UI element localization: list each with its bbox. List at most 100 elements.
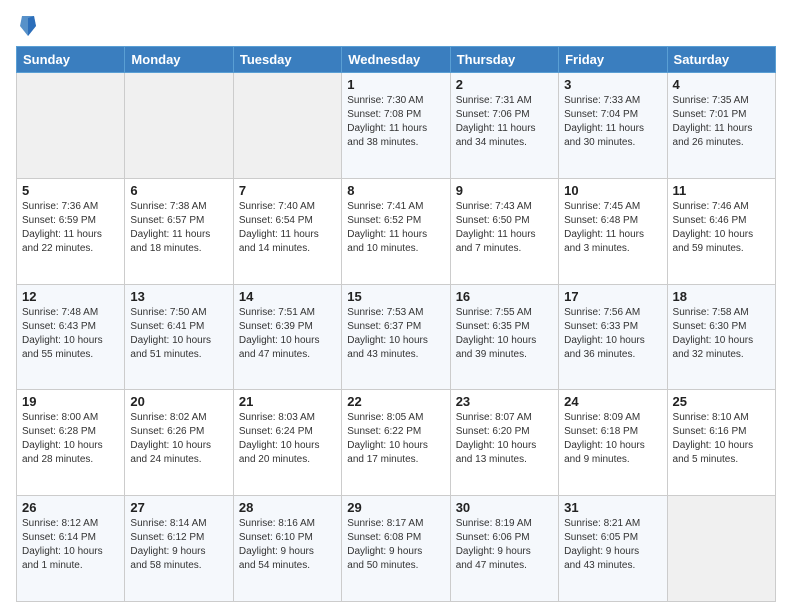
calendar-cell: 6 Sunrise: 7:38 AM Sunset: 6:57 PM Daylig…	[125, 178, 233, 284]
day-number: 13	[130, 289, 227, 304]
day-number: 9	[456, 183, 553, 198]
logo	[16, 16, 38, 36]
calendar-cell: 2 Sunrise: 7:31 AM Sunset: 7:06 PM Daylig…	[450, 73, 558, 179]
day-info: Sunrise: 7:46 AM Sunset: 6:46 PM Dayligh…	[673, 200, 770, 256]
calendar-cell: 14 Sunrise: 7:51 AM Sunset: 6:39 PM Dayli…	[233, 284, 341, 390]
calendar-header-monday: Monday	[125, 47, 233, 73]
day-info: Sunrise: 7:50 AM Sunset: 6:41 PM Dayligh…	[130, 306, 227, 362]
day-number: 12	[22, 289, 119, 304]
calendar-cell: 11Sunrise: 7:46 AM Sunset: 6:46 PM Dayli…	[667, 178, 775, 284]
calendar-header-saturday: Saturday	[667, 47, 775, 73]
calendar-week-row: 19 Sunrise: 8:00 AM Sunset: 6:28 PM Dayli…	[17, 390, 776, 496]
calendar-header-sunday: Sunday	[17, 47, 125, 73]
day-info: Sunrise: 7:35 AM Sunset: 7:01 PM Dayligh…	[673, 94, 770, 150]
day-number: 7	[239, 183, 336, 198]
calendar-cell: 19 Sunrise: 8:00 AM Sunset: 6:28 PM Dayli…	[17, 390, 125, 496]
calendar-cell: 25 Sunrise: 8:10 AM Sunset: 6:16 PM Dayli…	[667, 390, 775, 496]
day-info: Sunrise: 7:43 AM Sunset: 6:50 PM Dayligh…	[456, 200, 553, 256]
day-info: Sunrise: 8:21 AM Sunset: 6:05 PM Dayligh…	[564, 517, 661, 573]
day-info: Sunrise: 7:53 AM Sunset: 6:37 PM Dayligh…	[347, 306, 444, 362]
calendar-cell: 28 Sunrise: 8:16 AM Sunset: 6:10 PM Dayli…	[233, 496, 341, 602]
day-number: 24	[564, 394, 661, 409]
calendar-cell: 7 Sunrise: 7:40 AM Sunset: 6:54 PM Daylig…	[233, 178, 341, 284]
day-number: 2	[456, 77, 553, 92]
calendar-cell: 30 Sunrise: 8:19 AM Sunset: 6:06 PM Dayli…	[450, 496, 558, 602]
day-number: 4	[673, 77, 770, 92]
day-number: 15	[347, 289, 444, 304]
day-number: 22	[347, 394, 444, 409]
day-info: Sunrise: 8:00 AM Sunset: 6:28 PM Dayligh…	[22, 411, 119, 467]
day-number: 14	[239, 289, 336, 304]
calendar-cell: 24 Sunrise: 8:09 AM Sunset: 6:18 PM Dayli…	[559, 390, 667, 496]
calendar-week-row: 1 Sunrise: 7:30 AM Sunset: 7:08 PM Daylig…	[17, 73, 776, 179]
calendar-header-wednesday: Wednesday	[342, 47, 450, 73]
day-number: 23	[456, 394, 553, 409]
day-info: Sunrise: 8:16 AM Sunset: 6:10 PM Dayligh…	[239, 517, 336, 573]
day-number: 19	[22, 394, 119, 409]
calendar-cell: 15 Sunrise: 7:53 AM Sunset: 6:37 PM Dayli…	[342, 284, 450, 390]
calendar: SundayMondayTuesdayWednesdayThursdayFrid…	[16, 46, 776, 602]
calendar-cell: 17Sunrise: 7:56 AM Sunset: 6:33 PM Dayli…	[559, 284, 667, 390]
day-number: 5	[22, 183, 119, 198]
calendar-cell: 23 Sunrise: 8:07 AM Sunset: 6:20 PM Dayli…	[450, 390, 558, 496]
calendar-cell: 1 Sunrise: 7:30 AM Sunset: 7:08 PM Daylig…	[342, 73, 450, 179]
day-info: Sunrise: 8:10 AM Sunset: 6:16 PM Dayligh…	[673, 411, 770, 467]
day-info: Sunrise: 8:12 AM Sunset: 6:14 PM Dayligh…	[22, 517, 119, 573]
calendar-week-row: 12 Sunrise: 7:48 AM Sunset: 6:43 PM Dayli…	[17, 284, 776, 390]
day-number: 20	[130, 394, 227, 409]
calendar-cell: 21Sunrise: 8:03 AM Sunset: 6:24 PM Dayli…	[233, 390, 341, 496]
day-info: Sunrise: 7:36 AM Sunset: 6:59 PM Dayligh…	[22, 200, 119, 256]
calendar-cell: 8 Sunrise: 7:41 AM Sunset: 6:52 PM Daylig…	[342, 178, 450, 284]
calendar-cell: 20 Sunrise: 8:02 AM Sunset: 6:26 PM Dayli…	[125, 390, 233, 496]
calendar-cell: 5 Sunrise: 7:36 AM Sunset: 6:59 PM Daylig…	[17, 178, 125, 284]
day-info: Sunrise: 7:45 AM Sunset: 6:48 PM Dayligh…	[564, 200, 661, 256]
calendar-cell: 22 Sunrise: 8:05 AM Sunset: 6:22 PM Dayli…	[342, 390, 450, 496]
day-number: 1	[347, 77, 444, 92]
day-info: Sunrise: 7:30 AM Sunset: 7:08 PM Dayligh…	[347, 94, 444, 150]
calendar-cell	[125, 73, 233, 179]
calendar-header-friday: Friday	[559, 47, 667, 73]
day-info: Sunrise: 7:40 AM Sunset: 6:54 PM Dayligh…	[239, 200, 336, 256]
day-info: Sunrise: 8:19 AM Sunset: 6:06 PM Dayligh…	[456, 517, 553, 573]
day-info: Sunrise: 8:05 AM Sunset: 6:22 PM Dayligh…	[347, 411, 444, 467]
day-info: Sunrise: 8:17 AM Sunset: 6:08 PM Dayligh…	[347, 517, 444, 573]
day-number: 8	[347, 183, 444, 198]
day-number: 26	[22, 500, 119, 515]
day-number: 16	[456, 289, 553, 304]
logo-icon	[18, 14, 38, 38]
day-info: Sunrise: 8:02 AM Sunset: 6:26 PM Dayligh…	[130, 411, 227, 467]
day-info: Sunrise: 8:07 AM Sunset: 6:20 PM Dayligh…	[456, 411, 553, 467]
calendar-week-row: 26 Sunrise: 8:12 AM Sunset: 6:14 PM Dayli…	[17, 496, 776, 602]
day-info: Sunrise: 8:03 AM Sunset: 6:24 PM Dayligh…	[239, 411, 336, 467]
day-number: 31	[564, 500, 661, 515]
calendar-cell: 9 Sunrise: 7:43 AM Sunset: 6:50 PM Daylig…	[450, 178, 558, 284]
day-info: Sunrise: 7:31 AM Sunset: 7:06 PM Dayligh…	[456, 94, 553, 150]
day-number: 29	[347, 500, 444, 515]
day-info: Sunrise: 7:38 AM Sunset: 6:57 PM Dayligh…	[130, 200, 227, 256]
day-info: Sunrise: 7:51 AM Sunset: 6:39 PM Dayligh…	[239, 306, 336, 362]
calendar-cell: 16Sunrise: 7:55 AM Sunset: 6:35 PM Dayli…	[450, 284, 558, 390]
day-number: 25	[673, 394, 770, 409]
day-info: Sunrise: 7:41 AM Sunset: 6:52 PM Dayligh…	[347, 200, 444, 256]
day-info: Sunrise: 8:14 AM Sunset: 6:12 PM Dayligh…	[130, 517, 227, 573]
day-number: 3	[564, 77, 661, 92]
day-number: 10	[564, 183, 661, 198]
day-info: Sunrise: 8:09 AM Sunset: 6:18 PM Dayligh…	[564, 411, 661, 467]
calendar-cell: 31 Sunrise: 8:21 AM Sunset: 6:05 PM Dayli…	[559, 496, 667, 602]
calendar-cell: 3Sunrise: 7:33 AM Sunset: 7:04 PM Daylig…	[559, 73, 667, 179]
day-info: Sunrise: 7:58 AM Sunset: 6:30 PM Dayligh…	[673, 306, 770, 362]
calendar-week-row: 5 Sunrise: 7:36 AM Sunset: 6:59 PM Daylig…	[17, 178, 776, 284]
day-number: 28	[239, 500, 336, 515]
day-info: Sunrise: 7:48 AM Sunset: 6:43 PM Dayligh…	[22, 306, 119, 362]
day-number: 6	[130, 183, 227, 198]
day-number: 30	[456, 500, 553, 515]
calendar-cell: 10 Sunrise: 7:45 AM Sunset: 6:48 PM Dayli…	[559, 178, 667, 284]
calendar-cell: 26 Sunrise: 8:12 AM Sunset: 6:14 PM Dayli…	[17, 496, 125, 602]
calendar-header-thursday: Thursday	[450, 47, 558, 73]
calendar-header-row: SundayMondayTuesdayWednesdayThursdayFrid…	[17, 47, 776, 73]
calendar-cell: 27Sunrise: 8:14 AM Sunset: 6:12 PM Dayli…	[125, 496, 233, 602]
calendar-cell	[233, 73, 341, 179]
day-info: Sunrise: 7:56 AM Sunset: 6:33 PM Dayligh…	[564, 306, 661, 362]
calendar-cell: 29 Sunrise: 8:17 AM Sunset: 6:08 PM Dayli…	[342, 496, 450, 602]
calendar-cell: 13 Sunrise: 7:50 AM Sunset: 6:41 PM Dayli…	[125, 284, 233, 390]
